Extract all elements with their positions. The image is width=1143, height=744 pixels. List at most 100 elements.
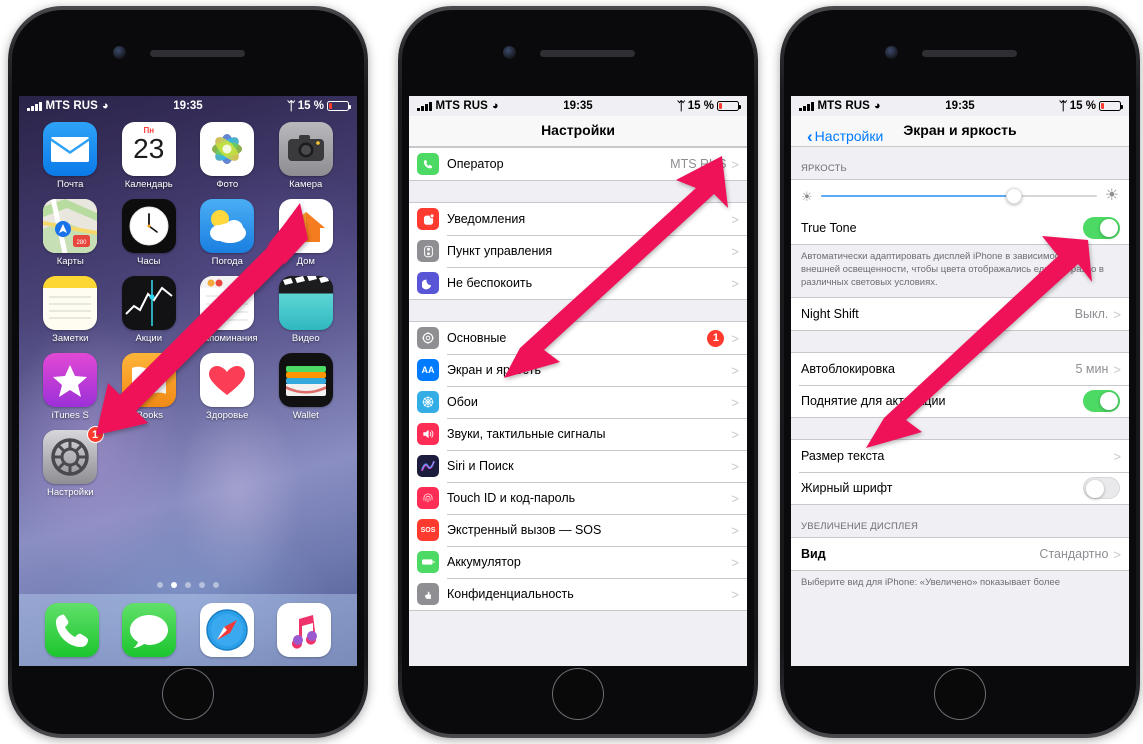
music-icon[interactable] bbox=[277, 603, 332, 657]
chevron-right-icon: > bbox=[731, 490, 739, 506]
status-clock: 19:35 bbox=[173, 100, 203, 112]
bold-text-toggle[interactable] bbox=[1083, 477, 1120, 500]
row-display-brightness[interactable]: AA Экран и яркость > bbox=[409, 354, 747, 386]
page-dot[interactable] bbox=[213, 582, 219, 588]
row-label: Экран и яркость bbox=[447, 363, 541, 377]
brightness-track[interactable] bbox=[820, 188, 1097, 204]
row-view[interactable]: Вид Стандартно > bbox=[791, 538, 1129, 571]
brightness-knob[interactable] bbox=[1005, 188, 1022, 204]
text-group: Размер текста > Жирный шрифт bbox=[791, 439, 1129, 506]
row-true-tone[interactable]: True Tone bbox=[791, 212, 1129, 244]
app-ibooks[interactable]: iBooks bbox=[110, 353, 189, 421]
itunes-store-icon bbox=[43, 353, 98, 407]
app-wallet[interactable]: Wallet bbox=[267, 353, 346, 421]
iphone-device-1: MTS RUS ◕ 19:35 ᛠ 15 % Почта Пн 23 Кален… bbox=[8, 6, 368, 738]
row-label: Обои bbox=[447, 395, 478, 409]
sun-large-icon: ☀ bbox=[1104, 187, 1119, 204]
display-brightness-app: MTS RUS ◕ 19:35 ᛠ 15 % ‹ Настройки Экран… bbox=[791, 96, 1129, 666]
iphone-device-3: MTS RUS ◕ 19:35 ᛠ 15 % ‹ Настройки Экран… bbox=[780, 6, 1140, 738]
phone-icon[interactable] bbox=[44, 603, 99, 657]
page-title: Экран и яркость bbox=[903, 122, 1017, 138]
app-itunes-store[interactable]: iTunes S bbox=[31, 353, 110, 421]
row-emergency-sos[interactable]: SOS Экстренный вызов — SOS > bbox=[409, 514, 747, 546]
app-reminders[interactable]: Напоминания bbox=[188, 276, 267, 344]
page-dot[interactable] bbox=[199, 582, 205, 588]
row-night-shift[interactable]: Night Shift Выкл. > bbox=[791, 298, 1129, 331]
app-health[interactable]: Здоровье bbox=[188, 353, 267, 421]
earpiece-speaker bbox=[150, 50, 245, 57]
app-photos[interactable]: Фото bbox=[188, 122, 267, 190]
row-siri-search[interactable]: Siri и Поиск > bbox=[409, 450, 747, 482]
app-label: Настройки bbox=[46, 487, 94, 498]
clock-icon bbox=[121, 199, 176, 253]
row-text-size[interactable]: Размер текста > bbox=[791, 440, 1129, 473]
weather-icon bbox=[200, 199, 255, 253]
row-privacy[interactable]: Конфиденциальность > bbox=[409, 578, 747, 610]
app-weather[interactable]: Погода bbox=[188, 199, 267, 267]
app-calendar[interactable]: Пн 23 Календарь bbox=[110, 122, 189, 190]
home-button[interactable] bbox=[162, 668, 214, 720]
brightness-section-header: ЯРКОСТЬ bbox=[801, 163, 847, 174]
row-general[interactable]: Основные 1 > bbox=[409, 322, 747, 354]
row-label: Звуки, тактильные сигналы bbox=[447, 427, 606, 441]
settings-list[interactable]: Оператор MTS RUS > Уведомления > Пункт у… bbox=[409, 147, 747, 666]
settings-group-main: Основные 1 > AA Экран и яркость > Обои >… bbox=[409, 321, 747, 611]
messages-icon[interactable] bbox=[122, 603, 177, 657]
safari-icon[interactable] bbox=[199, 603, 254, 657]
app-notes[interactable]: Заметки bbox=[31, 276, 110, 344]
row-control-center[interactable]: Пункт управления > bbox=[409, 235, 747, 267]
status-bar-3: MTS RUS ◕ 19:35 ᛠ 15 % bbox=[791, 96, 1129, 116]
row-battery[interactable]: Аккумулятор > bbox=[409, 546, 747, 578]
home-button[interactable] bbox=[934, 668, 986, 720]
chevron-right-icon: > bbox=[731, 156, 739, 172]
row-value: MTS RUS bbox=[670, 157, 727, 171]
reminders-icon bbox=[200, 276, 255, 330]
row-autolock[interactable]: Автоблокировка 5 мин > bbox=[791, 353, 1129, 386]
home-icon bbox=[278, 199, 333, 253]
row-notifications[interactable]: Уведомления > bbox=[409, 203, 747, 235]
do-not-disturb-icon bbox=[417, 272, 439, 294]
brightness-slider-row[interactable]: ☀ ☀ bbox=[791, 180, 1129, 212]
row-operator[interactable]: Оператор MTS RUS > bbox=[409, 148, 747, 180]
app-label: Напоминания bbox=[196, 333, 258, 344]
chevron-right-icon: > bbox=[731, 211, 739, 227]
home-button[interactable] bbox=[552, 668, 604, 720]
app-stocks[interactable]: Акции bbox=[110, 276, 189, 344]
phone-green-icon bbox=[417, 153, 439, 175]
maps-icon: 280 bbox=[43, 199, 98, 253]
app-home[interactable]: Дом bbox=[267, 199, 346, 267]
app-label: Дом bbox=[296, 256, 315, 267]
row-label: Не беспокоить bbox=[447, 276, 533, 290]
raise-to-wake-toggle[interactable] bbox=[1083, 390, 1120, 413]
row-value: 5 мин bbox=[1075, 362, 1109, 377]
back-button[interactable]: ‹ Настройки bbox=[807, 128, 883, 145]
siri-icon bbox=[417, 455, 439, 477]
row-bold-text[interactable]: Жирный шрифт bbox=[791, 472, 1129, 505]
row-sounds[interactable]: Звуки, тактильные сигналы > bbox=[409, 418, 747, 450]
row-do-not-disturb[interactable]: Не беспокоить > bbox=[409, 267, 747, 299]
chevron-right-icon: > bbox=[1113, 361, 1121, 377]
calendar-icon: Пн 23 bbox=[121, 122, 176, 176]
display-settings-list[interactable]: ЯРКОСТЬ ☀ ☀ True Tone Автоматически адап… bbox=[791, 147, 1129, 666]
page-dot-active[interactable] bbox=[171, 582, 177, 588]
page-dot[interactable] bbox=[157, 582, 163, 588]
row-wallpaper[interactable]: Обои > bbox=[409, 386, 747, 418]
chevron-right-icon: > bbox=[1113, 306, 1121, 322]
chevron-right-icon: > bbox=[731, 330, 739, 346]
app-label: Фото bbox=[216, 179, 239, 190]
phone-3-screen: MTS RUS ◕ 19:35 ᛠ 15 % ‹ Настройки Экран… bbox=[791, 96, 1129, 666]
row-raise-to-wake[interactable]: Поднятие для активации bbox=[791, 385, 1129, 418]
app-camera[interactable]: Камера bbox=[267, 122, 346, 190]
app-videos[interactable]: Видео bbox=[267, 276, 346, 344]
app-mail[interactable]: Почта bbox=[31, 122, 110, 190]
row-touch-id[interactable]: Touch ID и код-пароль > bbox=[409, 482, 747, 514]
app-clock[interactable]: Часы bbox=[110, 199, 189, 267]
app-settings[interactable]: 1 Настройки bbox=[31, 426, 110, 498]
svg-text:280: 280 bbox=[77, 240, 88, 246]
page-dot[interactable] bbox=[185, 582, 191, 588]
true-tone-toggle[interactable] bbox=[1083, 217, 1120, 239]
chevron-right-icon: > bbox=[731, 426, 739, 442]
app-maps[interactable]: 280 Карты bbox=[31, 199, 110, 267]
navigation-bar: Настройки bbox=[409, 116, 747, 147]
